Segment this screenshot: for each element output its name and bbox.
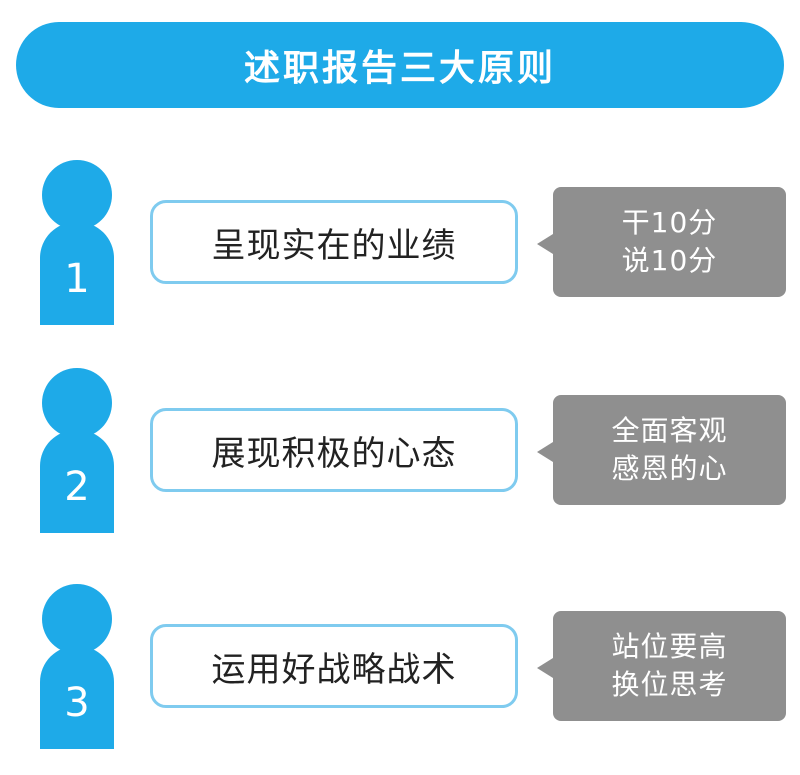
principle-number: 1 bbox=[64, 255, 90, 302]
note-callout: 干10分 说10分 bbox=[537, 187, 786, 297]
person-icon: 3 bbox=[40, 584, 118, 749]
principle-box: 呈现实在的业绩 bbox=[150, 200, 518, 284]
title-banner: 述职报告三大原则 bbox=[16, 22, 784, 108]
note-callout: 站位要高 换位思考 bbox=[537, 611, 786, 721]
person-icon: 2 bbox=[40, 368, 118, 533]
person-head bbox=[42, 160, 112, 230]
person-icon: 1 bbox=[40, 160, 118, 325]
note-line: 干10分 bbox=[621, 206, 718, 239]
note-line: 说10分 bbox=[621, 244, 718, 277]
person-head bbox=[42, 368, 112, 438]
principle-box: 展现积极的心态 bbox=[150, 408, 518, 492]
note-line: 站位要高 bbox=[611, 630, 728, 663]
person-body: 1 bbox=[40, 222, 114, 325]
person-body: 3 bbox=[40, 646, 114, 749]
note-line: 全面客观 bbox=[611, 414, 728, 447]
principle-number: 2 bbox=[64, 463, 90, 510]
note-line: 换位思考 bbox=[611, 668, 728, 701]
note-line: 感恩的心 bbox=[611, 452, 728, 485]
page-title: 述职报告三大原则 bbox=[243, 48, 556, 89]
person-head bbox=[42, 584, 112, 654]
person-body: 2 bbox=[40, 430, 114, 533]
principle-row-2: 2 展现积极的心态 全面客观 感恩的心 bbox=[0, 368, 800, 538]
principle-number: 3 bbox=[64, 679, 90, 726]
principle-text: 呈现实在的业绩 bbox=[211, 225, 457, 266]
principle-text: 展现积极的心态 bbox=[211, 433, 457, 474]
principle-row-1: 1 呈现实在的业绩 干10分 说10分 bbox=[0, 160, 800, 330]
principle-text: 运用好战略战术 bbox=[211, 649, 457, 690]
principle-row-3: 3 运用好战略战术 站位要高 换位思考 bbox=[0, 584, 800, 754]
principle-box: 运用好战略战术 bbox=[150, 624, 518, 708]
note-callout: 全面客观 感恩的心 bbox=[537, 395, 786, 505]
